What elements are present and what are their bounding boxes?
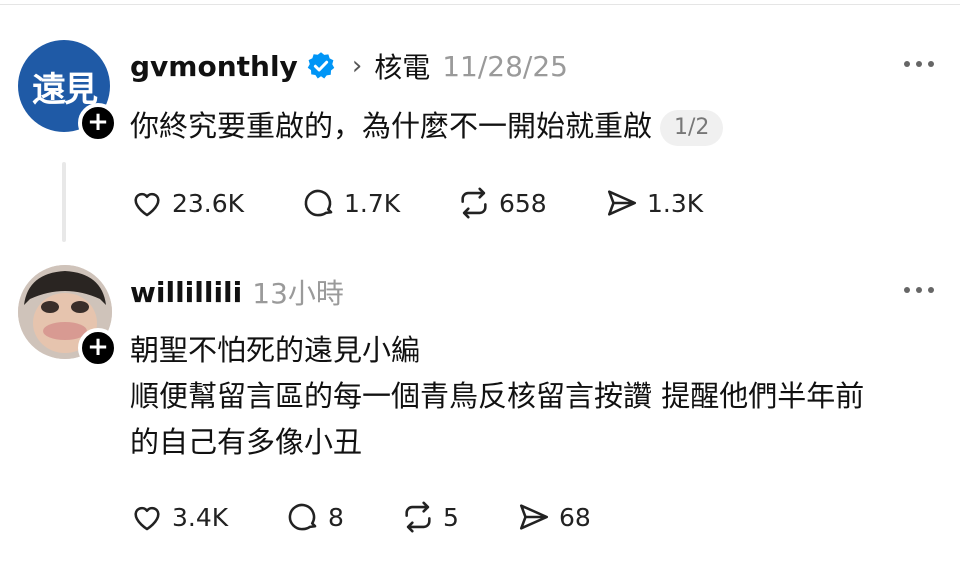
repost-count: 5 [443, 502, 459, 532]
like-count: 3.4K [172, 502, 229, 532]
post-text-line: 你終究要重啟的，為什麼不一開始就重啟 1/2 [130, 103, 724, 149]
post-topic[interactable]: 核電 [374, 46, 430, 86]
post-actions: 23.6K 1.7K 658 1.3K [130, 186, 703, 220]
post-username[interactable]: gvmonthly [130, 50, 298, 83]
reply-username[interactable]: willillili [130, 276, 242, 309]
post-text: 你終究要重啟的，為什麼不一開始就重啟 [130, 109, 653, 143]
comment-bubble-icon [288, 503, 317, 531]
repost-button[interactable]: 658 [457, 186, 605, 220]
top-divider [0, 4, 960, 5]
reply-line: 的自己有多像小丑 [130, 425, 363, 459]
repost-button[interactable]: 5 [401, 500, 517, 534]
reply-timestamp: 13小時 [252, 277, 344, 310]
thread-line [62, 162, 66, 242]
follow-plus-icon[interactable]: + [78, 328, 118, 368]
like-button[interactable]: 3.4K [130, 500, 286, 534]
page-indicator[interactable]: 1/2 [660, 110, 724, 146]
heart-icon [134, 192, 160, 217]
share-button[interactable]: 68 [517, 500, 591, 534]
reply-line: 順便幫留言區的每一個青鳥反核留言按讚 提醒他們半年前 [130, 379, 865, 413]
heart-icon [134, 506, 160, 531]
post-header: gvmonthly › 核電 11/28/25 [130, 44, 568, 88]
chevron-right-icon: › [351, 51, 363, 81]
like-count: 23.6K [172, 188, 245, 218]
post-timestamp: 11/28/25 [442, 49, 568, 83]
reply-actions: 3.4K 8 5 68 [130, 500, 591, 534]
share-count: 68 [559, 502, 591, 532]
comment-button[interactable]: 1.7K [302, 186, 457, 220]
repost-count: 658 [499, 188, 547, 218]
reply-text: 朝聖不怕死的遠見小編 順便幫留言區的每一個青鳥反核留言按讚 提醒他們半年前 的自… [130, 327, 864, 465]
send-icon [607, 190, 637, 216]
more-dots-icon[interactable] [904, 287, 934, 293]
follow-plus-icon[interactable]: + [78, 103, 118, 143]
like-button[interactable]: 23.6K [130, 186, 302, 220]
share-count: 1.3K [647, 188, 704, 218]
share-button[interactable]: 1.3K [605, 186, 703, 220]
comment-button[interactable]: 8 [286, 500, 401, 534]
reply-header: willillili 13小時 [130, 270, 344, 314]
verified-badge-icon [307, 52, 335, 79]
reply-line: 朝聖不怕死的遠見小編 [130, 333, 421, 367]
comment-count: 8 [328, 502, 344, 532]
repost-icon [405, 501, 431, 533]
repost-icon [461, 187, 487, 219]
comment-count: 1.7K [344, 188, 401, 218]
send-icon [519, 504, 549, 530]
more-dots-icon[interactable] [904, 61, 934, 67]
comment-bubble-icon [304, 189, 333, 217]
